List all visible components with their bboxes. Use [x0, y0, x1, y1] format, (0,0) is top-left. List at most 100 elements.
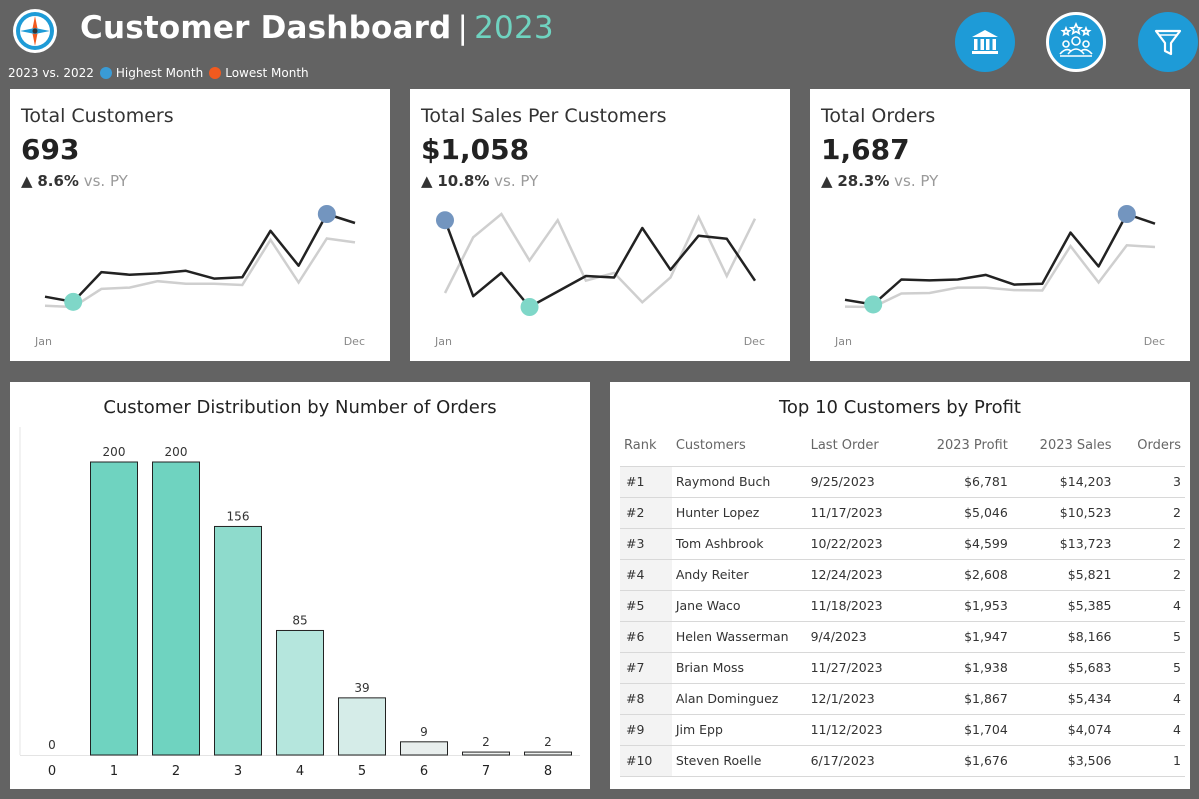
rank-cell: #6: [620, 620, 672, 652]
rank-cell: #9: [620, 713, 672, 745]
bar-orders-5[interactable]: [338, 697, 386, 756]
bar-value-label: 200: [165, 445, 188, 459]
top-customers-body: #1 Raymond Buch 9/25/2023 $6,781 $14,203 3 #2 H…: [620, 465, 1185, 777]
prior-year-line: [443, 212, 757, 305]
kpi-card-total-customers: Total Customers 693 ▲ 8.6% vs. PY Jan Dec: [10, 89, 390, 361]
column-header-last-order[interactable]: Last Order: [807, 426, 911, 466]
kpi-card-sales-per-customer: Total Sales Per Customers $1,058 ▲ 10.8%…: [410, 89, 790, 361]
top-customers-title: Top 10 Customers by Profit: [778, 397, 1021, 418]
highest-month-marker[interactable]: [1117, 205, 1136, 223]
table-row[interactable]: #8 Alan Dominguez 12/1/2023 $1,867 $5,434 4: [620, 682, 1185, 714]
x-axis-end-label: Dec: [344, 335, 365, 348]
up-arrow-icon: ▲: [21, 172, 33, 190]
lowest-month-marker[interactable]: [64, 292, 83, 311]
legend-highest-label: Highest Month: [115, 66, 204, 80]
kpi-value: 693: [21, 133, 80, 166]
table-row[interactable]: #2 Hunter Lopez 11/17/2023 $5,046 $10,523 2: [620, 496, 1185, 528]
customer-name-cell: Brian Moss: [671, 651, 807, 683]
rank-cell: #3: [620, 527, 672, 559]
legend-lowest-label: Lowest Month: [225, 66, 309, 80]
bar-orders-1[interactable]: [90, 461, 138, 756]
table-row[interactable]: #1 Raymond Buch 9/25/2023 $6,781 $14,203 3: [620, 465, 1185, 497]
bar-orders-8[interactable]: [524, 751, 572, 756]
x-axis-end-label: Dec: [744, 335, 765, 348]
highest-month-marker[interactable]: [436, 211, 454, 230]
customer-name-cell: Hunter Lopez: [671, 496, 807, 528]
bar-orders-4[interactable]: [276, 629, 324, 756]
last-order-cell: 10/22/2023: [806, 527, 911, 559]
title-year: 2023: [474, 10, 554, 46]
profit-cell: $1,704: [910, 713, 1012, 745]
customer-name-cell: Jane Waco: [671, 589, 807, 621]
current-year-line: [844, 212, 1156, 306]
lowest-month-marker[interactable]: [520, 298, 539, 316]
bar-value-label: 0: [48, 738, 56, 752]
filter-button[interactable]: [1138, 12, 1198, 72]
kpi-vs-label: vs. PY: [494, 172, 539, 190]
table-row[interactable]: #6 Helen Wasserman 9/4/2023 $1,947 $8,166 5: [620, 620, 1185, 652]
bank-icon: [972, 30, 998, 54]
customer-group-button[interactable]: [1046, 12, 1106, 72]
legend-prefix: 2023 vs. 2022: [8, 66, 94, 80]
kpi-delta: ▲ 10.8% vs. PY: [421, 172, 538, 190]
orders-cell: 5: [1115, 620, 1185, 652]
orders-cell: 4: [1115, 589, 1185, 621]
prior-year-line: [844, 243, 1156, 309]
bar-value-label: 200: [103, 445, 126, 459]
lowest-month-marker[interactable]: [864, 295, 883, 314]
filter-icon: [1154, 29, 1182, 56]
bank-button[interactable]: [955, 12, 1015, 72]
last-order-cell: 9/25/2023: [806, 465, 911, 497]
sales-cell: $10,523: [1011, 496, 1116, 528]
up-arrow-icon: ▲: [421, 172, 433, 190]
customer-name-cell: Jim Epp: [671, 713, 807, 745]
highest-month-marker[interactable]: [317, 205, 336, 223]
distribution-panel: Customer Distribution by Number of Order…: [10, 382, 590, 789]
bar-orders-6[interactable]: [400, 741, 448, 756]
rank-cell: #8: [620, 682, 672, 714]
table-row[interactable]: #7 Brian Moss 11/27/2023 $1,938 $5,683 5: [620, 651, 1185, 683]
column-header-profit[interactable]: 2023 Profit: [910, 426, 1012, 466]
last-order-cell: 11/18/2023: [806, 589, 911, 621]
bar-orders-3[interactable]: [214, 525, 262, 756]
customer-name-cell: Andy Reiter: [671, 558, 807, 590]
profit-cell: $5,046: [910, 496, 1012, 528]
profit-cell: $6,781: [910, 465, 1012, 497]
column-header-orders[interactable]: Orders: [1116, 426, 1186, 466]
table-row[interactable]: #10 Steven Roelle 6/17/2023 $1,676 $3,506 1: [620, 744, 1185, 777]
x-axis-start-label: Jan: [834, 335, 852, 348]
bar-value-label: 85: [292, 613, 307, 627]
kpi-title: Total Sales Per Customers: [421, 105, 667, 127]
bar-orders-2[interactable]: [152, 461, 200, 756]
column-header-rank[interactable]: Rank: [620, 426, 672, 466]
customer-name-cell: Steven Roelle: [671, 744, 807, 777]
x-tick-label: 0: [48, 764, 56, 779]
table-row[interactable]: #5 Jane Waco 11/18/2023 $1,953 $5,385 4: [620, 589, 1185, 621]
table-row[interactable]: #3 Tom Ashbrook 10/22/2023 $4,599 $13,723 2: [620, 527, 1185, 559]
dashboard-header: Customer Dashboard | 2023 2023 vs. 2022 Hi…: [0, 0, 1199, 88]
page-title: Customer Dashboard | 2023: [80, 10, 554, 46]
x-tick-label: 4: [296, 764, 304, 779]
rank-cell: #1: [620, 465, 672, 497]
top-customers-panel: Top 10 Customers by Profit Rank Customer…: [610, 382, 1190, 789]
rank-cell: #5: [620, 589, 672, 621]
kpi-value: $1,058: [421, 133, 530, 166]
bar-value-label: 2: [482, 735, 490, 749]
column-header-customers[interactable]: Customers: [672, 426, 807, 466]
bar-orders-7[interactable]: [462, 751, 510, 756]
customer-name-cell: Tom Ashbrook: [671, 527, 807, 559]
table-row[interactable]: #9 Jim Epp 11/12/2023 $1,704 $4,074 4: [620, 713, 1185, 745]
x-tick-label: 2: [172, 764, 180, 779]
profit-cell: $2,608: [910, 558, 1012, 590]
profit-cell: $1,938: [910, 651, 1012, 683]
x-tick-label: 8: [544, 764, 552, 779]
sales-cell: $5,385: [1011, 589, 1116, 621]
column-header-sales[interactable]: 2023 Sales: [1012, 426, 1116, 466]
last-order-cell: 11/12/2023: [806, 713, 911, 745]
bar-value-label: 39: [354, 681, 369, 695]
last-order-cell: 11/27/2023: [806, 651, 911, 683]
distribution-bar-chart: 0 0 200 1 200 2 156 3 85 4 39 5 9 6 2 7 2 8: [19, 427, 580, 779]
kpi-delta-value: 8.6%: [37, 172, 79, 190]
orders-cell: 2: [1115, 527, 1185, 559]
table-row[interactable]: #4 Andy Reiter 12/24/2023 $2,608 $5,821 2: [620, 558, 1185, 590]
